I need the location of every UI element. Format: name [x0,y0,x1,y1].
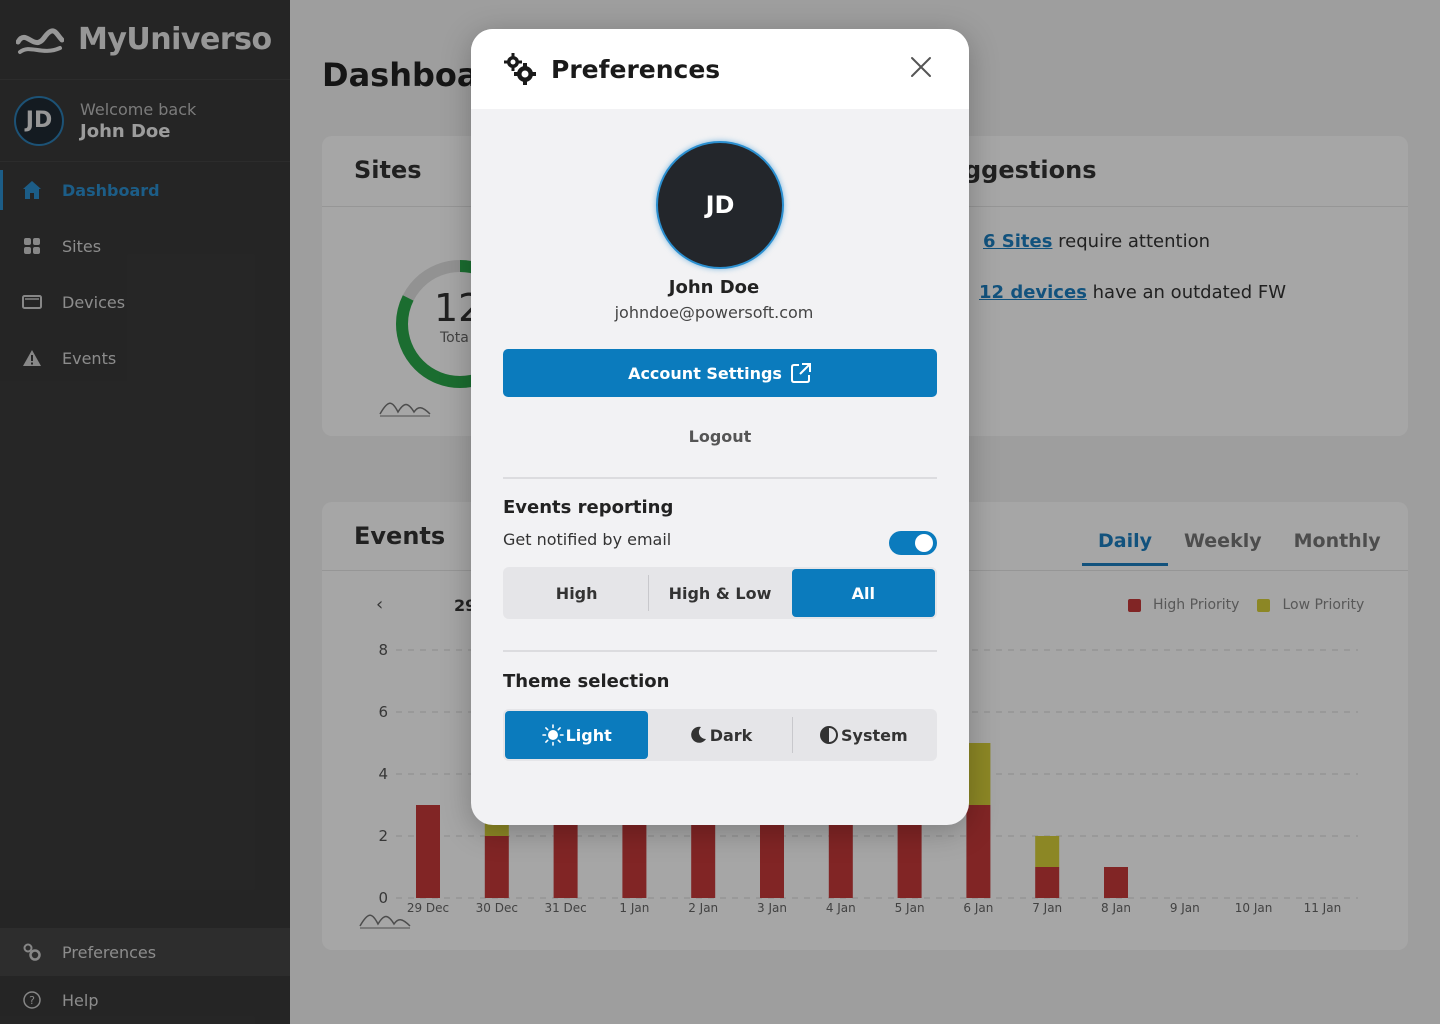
sun-icon [541,724,564,746]
preferences-modal: Preferences JD John Doe johndoe@powersof… [471,29,969,825]
theme-option-dark[interactable]: Dark [648,711,791,759]
profile-avatar[interactable]: JD [656,141,784,269]
theme-selection-title: Theme selection [503,671,670,692]
events-reporting-title: Events reporting [503,497,674,518]
gears-icon [504,53,536,85]
theme-option-light[interactable]: Light [505,711,649,759]
priority-option-high[interactable]: High [505,569,648,617]
theme-option-system[interactable]: System [791,711,935,759]
theme-selector: Light Dark System [503,709,937,761]
profile-name: John Doe [668,277,760,298]
profile-email: johndoe@powersoft.com [614,303,814,322]
notify-email-toggle[interactable] [889,531,937,555]
logout-button[interactable]: Logout [471,427,969,446]
priority-selector: High High & Low All [503,567,937,619]
account-settings-button[interactable]: Account Settings [503,349,937,397]
divider [503,477,937,479]
external-link-icon [790,363,811,383]
divider [503,650,937,652]
notify-email-label: Get notified by email [503,530,672,549]
priority-option-all[interactable]: All [791,569,935,617]
moon-icon [690,726,706,743]
modal-title: Preferences [551,54,721,84]
priority-option-high-low[interactable]: High & Low [648,569,791,617]
contrast-icon [819,726,838,744]
modal-header: Preferences [471,29,969,109]
close-icon[interactable] [909,55,933,79]
